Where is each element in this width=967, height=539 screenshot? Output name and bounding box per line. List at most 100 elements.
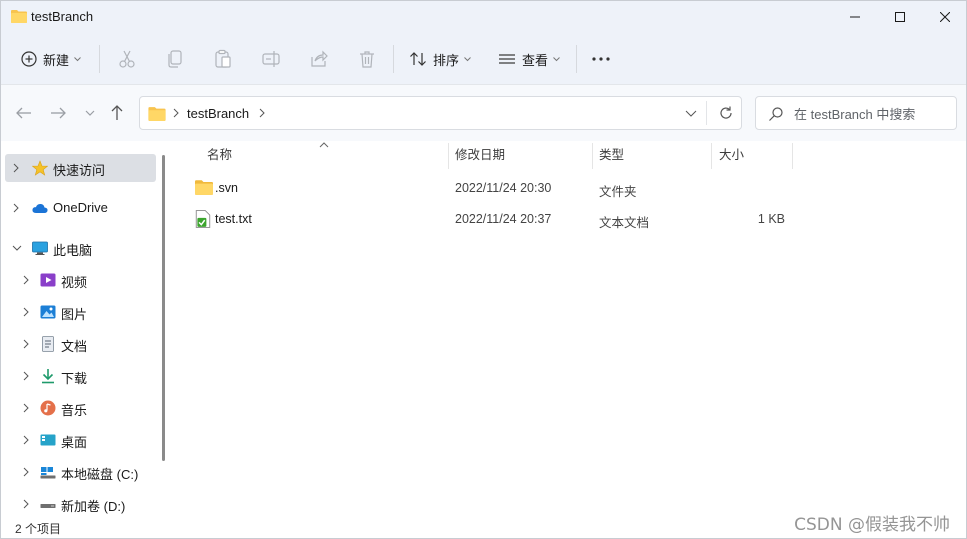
view-button[interactable]: 查看 — [498, 43, 560, 75]
chevron-down-icon — [553, 56, 560, 61]
more-button[interactable] — [591, 43, 611, 75]
chevron-right-icon[interactable] — [22, 403, 30, 413]
maximize-icon — [895, 12, 905, 22]
share-icon[interactable] — [309, 49, 329, 69]
column-header-size[interactable]: 大小 — [719, 147, 744, 171]
sidebar-item-label: OneDrive — [53, 200, 108, 215]
search-icon — [769, 107, 783, 121]
search-box[interactable] — [755, 96, 957, 130]
divider — [576, 45, 577, 73]
column-divider[interactable] — [448, 143, 449, 169]
star-icon — [32, 160, 48, 176]
table-row[interactable]: test.txt 2022/11/24 20:37 文本文档 1 KB — [191, 205, 791, 233]
delete-icon[interactable] — [357, 49, 377, 69]
sidebar-item-label: 新加卷 (D:) — [61, 499, 126, 514]
sidebar-item-this-pc[interactable]: 此电脑 — [5, 234, 156, 262]
breadcrumb[interactable]: testBranch — [187, 106, 249, 121]
sidebar-item-label: 桌面 — [61, 435, 88, 450]
table-row[interactable]: .svn 2022/11/24 20:30 文件夹 — [191, 174, 791, 202]
back-arrow-icon[interactable] — [15, 104, 33, 122]
close-icon — [940, 12, 950, 22]
desktop-icon — [40, 434, 56, 446]
chevron-right-icon[interactable] — [22, 275, 30, 285]
file-date: 2022/11/24 20:37 — [455, 212, 552, 226]
chevron-right-icon[interactable] — [12, 163, 20, 173]
rename-icon[interactable] — [261, 49, 281, 69]
text-file-icon — [195, 210, 211, 228]
search-input[interactable] — [794, 104, 952, 124]
more-options-icon — [592, 57, 610, 61]
sidebar-item-onedrive[interactable]: OneDrive — [5, 194, 156, 222]
column-header-type[interactable]: 类型 — [599, 147, 624, 171]
address-bar[interactable]: testBranch — [139, 96, 742, 130]
paste-icon[interactable] — [213, 49, 233, 69]
chevron-down-icon — [74, 56, 81, 61]
folder-icon — [11, 10, 27, 23]
sidebar-scrollbar[interactable] — [162, 155, 165, 461]
sort-button[interactable]: 排序 — [409, 43, 471, 75]
file-name: test.txt — [215, 212, 252, 226]
download-icon — [42, 369, 54, 384]
up-arrow-icon[interactable] — [108, 104, 126, 122]
sidebar-item-label: 视频 — [61, 275, 88, 290]
forward-arrow-icon[interactable] — [49, 104, 67, 122]
sidebar-item-label: 图片 — [61, 307, 88, 322]
maximize-button[interactable] — [877, 1, 923, 33]
file-type: 文件夹 — [599, 185, 637, 199]
copy-icon[interactable] — [165, 49, 185, 69]
refresh-icon[interactable] — [718, 105, 734, 121]
divider — [706, 101, 707, 125]
view-list-icon — [499, 54, 515, 64]
chevron-right-icon[interactable] — [12, 203, 20, 213]
sidebar-item-music[interactable]: 音乐 — [5, 394, 156, 422]
sidebar-item-documents[interactable]: 文档 — [5, 330, 156, 358]
sidebar-item-label: 下载 — [61, 371, 88, 386]
file-date: 2022/11/24 20:30 — [455, 181, 552, 195]
chevron-right-icon[interactable] — [22, 371, 30, 381]
sort-ascending-icon — [319, 142, 329, 148]
column-divider[interactable] — [792, 143, 793, 169]
recent-locations-icon[interactable] — [81, 104, 99, 122]
sidebar-item-volume-d[interactable]: 新加卷 (D:) — [5, 490, 156, 518]
minimize-icon — [850, 16, 860, 18]
divider — [99, 45, 100, 73]
sidebar-item-label: 本地磁盘 (C:) — [61, 467, 139, 482]
chevron-down-icon[interactable] — [685, 108, 697, 118]
sidebar-item-quick-access[interactable]: 快速访问 — [5, 154, 156, 182]
chevron-right-icon[interactable] — [22, 467, 30, 477]
window-title: testBranch — [31, 9, 94, 24]
command-bar: 新建 排序 查看 — [1, 33, 966, 85]
column-divider[interactable] — [711, 143, 712, 169]
minimize-button[interactable] — [832, 1, 878, 33]
chevron-right-icon[interactable] — [22, 499, 30, 509]
sidebar-item-downloads[interactable]: 下载 — [5, 362, 156, 390]
title-bar: testBranch — [1, 1, 966, 33]
new-label: 新建 — [43, 52, 70, 68]
sidebar-item-label: 快速访问 — [53, 163, 106, 178]
sidebar-item-label: 此电脑 — [53, 243, 93, 258]
new-button[interactable]: 新建 — [21, 43, 81, 75]
close-button[interactable] — [922, 1, 966, 33]
cut-icon[interactable] — [117, 49, 137, 69]
chevron-right-icon[interactable] — [258, 108, 266, 118]
sidebar-item-videos[interactable]: 视频 — [5, 266, 156, 294]
chevron-right-icon[interactable] — [22, 435, 30, 445]
navigation-pane: 快速访问 OneDrive 此电脑 视频 图片 文档 下载 音乐 桌面 本地磁盘… — [1, 141, 173, 516]
windows-drive-icon — [40, 467, 56, 479]
chevron-right-icon[interactable] — [22, 339, 30, 349]
drive-icon — [40, 504, 56, 508]
sidebar-item-local-disk-c[interactable]: 本地磁盘 (C:) — [5, 458, 156, 486]
chevron-right-icon[interactable] — [22, 307, 30, 317]
folder-icon — [148, 107, 166, 121]
column-header-date[interactable]: 修改日期 — [455, 147, 505, 171]
file-name: .svn — [215, 181, 238, 195]
chevron-down-icon[interactable] — [12, 243, 22, 253]
column-divider[interactable] — [592, 143, 593, 169]
folder-icon — [195, 180, 213, 195]
sidebar-item-label: 音乐 — [61, 403, 88, 418]
item-count: 2 个项目 — [15, 522, 62, 536]
sidebar-item-desktop[interactable]: 桌面 — [5, 426, 156, 454]
column-header-name[interactable]: 名称 — [207, 147, 232, 171]
sidebar-item-pictures[interactable]: 图片 — [5, 298, 156, 326]
plus-circle-icon — [21, 51, 37, 67]
